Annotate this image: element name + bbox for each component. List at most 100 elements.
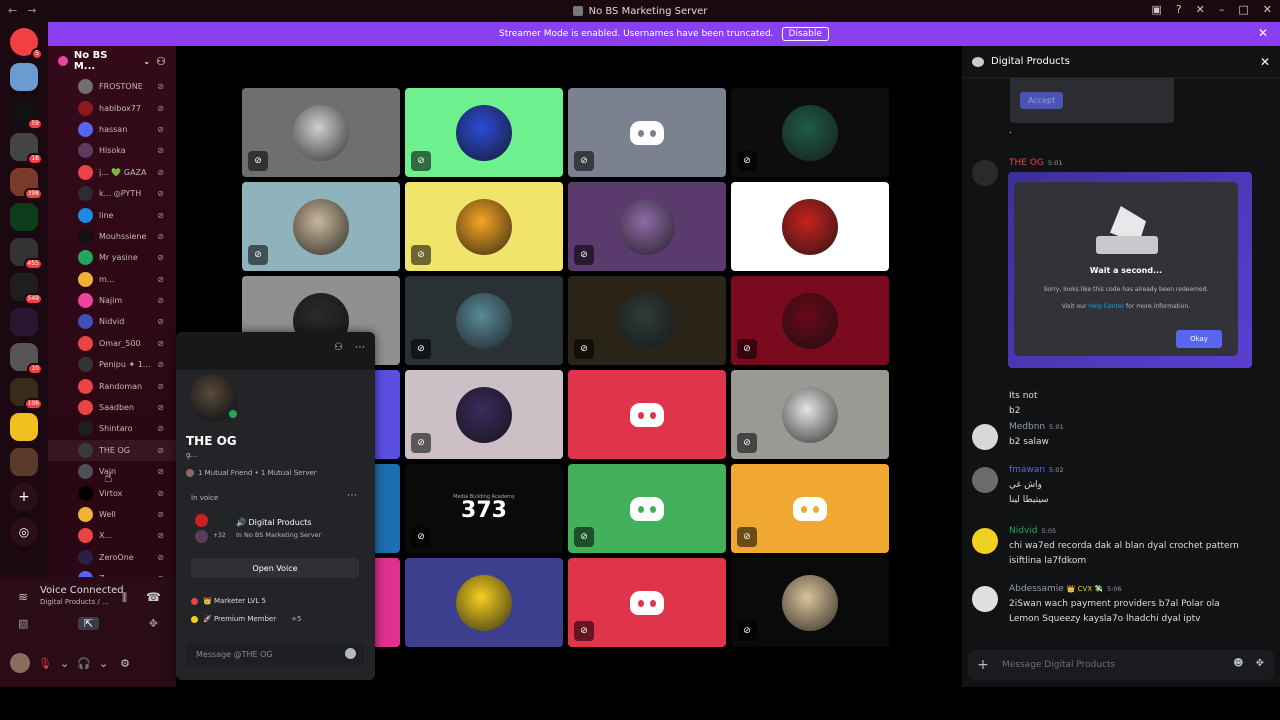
image-attachment[interactable]: Wait a second... Sorry, looks like this … bbox=[1008, 172, 1252, 368]
accept-button[interactable]: Accept bbox=[1020, 92, 1064, 109]
server-icon[interactable]: 10 bbox=[10, 343, 43, 375]
voice-member[interactable]: FROSTONE ⊘ bbox=[48, 76, 176, 97]
voice-tile[interactable]: ⊘ bbox=[731, 558, 889, 647]
server-icon[interactable] bbox=[10, 448, 38, 476]
voice-tile[interactable]: ⊘ bbox=[405, 370, 563, 459]
voice-tile[interactable]: ⊘ bbox=[405, 276, 563, 365]
voice-member[interactable]: m... ⊘ bbox=[48, 269, 176, 290]
voice-member[interactable]: Mouhssiene ⊘ bbox=[48, 226, 176, 247]
voice-tile[interactable]: ⊘ bbox=[731, 464, 889, 553]
voice-member[interactable]: hablbox77 ⊘ bbox=[48, 97, 176, 118]
voice-member[interactable]: Hisoka ⊘ bbox=[48, 140, 176, 161]
chevron-down-icon[interactable]: ⌄ bbox=[60, 657, 69, 670]
deafen-icon[interactable]: 🎧 bbox=[77, 657, 91, 670]
avatar[interactable] bbox=[185, 370, 241, 426]
voice-channel-link[interactable]: Digital Products / ... bbox=[40, 598, 109, 606]
close-window-icon[interactable]: ✕ bbox=[1263, 3, 1272, 16]
add-attachment-icon[interactable]: + bbox=[968, 657, 998, 673]
voice-member[interactable]: Saadben ⊘ bbox=[48, 397, 176, 418]
avatar[interactable] bbox=[972, 424, 998, 450]
voice-tile[interactable]: Media Building Academy 373 ⊘ bbox=[405, 464, 563, 553]
inbox-icon[interactable]: ▣ bbox=[1151, 3, 1161, 16]
emoji-icon[interactable]: ☻ bbox=[1233, 658, 1243, 669]
voice-member[interactable]: Nidvid ⊘ bbox=[48, 311, 176, 332]
message-author[interactable]: Medbnn 5:01 bbox=[1009, 422, 1064, 432]
mutual-info[interactable]: 1 Mutual Friend • 1 Mutual Server bbox=[186, 469, 317, 477]
server-icon[interactable]: 106 bbox=[10, 378, 43, 410]
voice-tile[interactable]: ⊘ bbox=[568, 182, 726, 271]
chat-message-input[interactable]: + Message Digital Products ☻ ✥ bbox=[968, 650, 1274, 680]
message-author[interactable]: THE OG 5:01 bbox=[1009, 158, 1062, 168]
server-icon[interactable]: 398 bbox=[10, 168, 43, 200]
more-icon[interactable]: ⋯ bbox=[355, 342, 365, 353]
maximize-icon[interactable]: □ bbox=[1238, 3, 1248, 16]
dm-message-input[interactable]: Message @THE OG bbox=[186, 642, 364, 666]
message-author[interactable]: Nidvid 5:05 bbox=[1009, 526, 1056, 536]
role-tag[interactable]: 👑 Marketer LVL 5 bbox=[191, 597, 266, 605]
back-arrow-icon[interactable]: ← bbox=[8, 4, 17, 17]
screen-share-icon[interactable]: ⇱ bbox=[77, 617, 100, 630]
voice-member[interactable]: Well ⊘ bbox=[48, 504, 176, 525]
add-server-icon[interactable]: + bbox=[10, 483, 38, 511]
server-header[interactable]: No BS M... ⌄ ⚇ bbox=[48, 46, 176, 76]
disconnect-icon[interactable]: ☎ bbox=[146, 590, 161, 604]
voice-member[interactable]: j... 💚 GAZA ⊘ bbox=[48, 162, 176, 183]
avatar[interactable] bbox=[972, 467, 998, 493]
voice-tile[interactable]: ⊘ bbox=[731, 276, 889, 365]
minimize-icon[interactable]: – bbox=[1219, 3, 1225, 16]
server-icon[interactable] bbox=[10, 63, 38, 91]
mute-icon[interactable]: 🎙 bbox=[38, 657, 52, 670]
voice-member[interactable]: Randoman ⊘ bbox=[48, 375, 176, 396]
voice-member[interactable]: line ⊘ bbox=[48, 204, 176, 225]
add-friend-icon[interactable]: ⚇ bbox=[334, 342, 343, 353]
soundboard-icon[interactable]: ⫼ bbox=[122, 591, 127, 605]
forward-arrow-icon[interactable]: → bbox=[27, 4, 36, 17]
server-icon[interactable] bbox=[10, 203, 38, 231]
chevron-down-icon[interactable]: ⌄ bbox=[99, 657, 108, 670]
voice-tile[interactable]: ⊘ bbox=[242, 88, 400, 177]
activities-icon[interactable]: ✥ bbox=[149, 617, 158, 630]
avatar[interactable] bbox=[10, 653, 30, 673]
disable-button[interactable]: Disable bbox=[781, 27, 829, 41]
close-icon[interactable]: ✕ bbox=[1258, 26, 1268, 40]
discover-icon[interactable]: ◎ bbox=[10, 518, 38, 546]
voice-member[interactable]: Shintaro ⊘ bbox=[48, 418, 176, 439]
voice-member[interactable]: k... ◎PYTH ⊘ bbox=[48, 183, 176, 204]
voice-member[interactable]: Najim ⊘ bbox=[48, 290, 176, 311]
voice-member[interactable]: ZeroOne ⊘ bbox=[48, 547, 176, 568]
more-roles-count[interactable]: +5 bbox=[291, 615, 301, 623]
server-icon[interactable]: 455 bbox=[10, 238, 43, 270]
help-icon[interactable]: ? bbox=[1176, 3, 1182, 16]
voice-member[interactable]: Mr yasine ⊘ bbox=[48, 247, 176, 268]
avatar[interactable] bbox=[972, 160, 998, 186]
message-author[interactable]: fmawan 5:02 bbox=[1009, 465, 1064, 475]
server-icon[interactable] bbox=[10, 413, 38, 441]
close-icon[interactable]: ✕ bbox=[1260, 55, 1270, 69]
server-icon[interactable]: 59 bbox=[10, 98, 43, 130]
apps-icon[interactable]: ✥ bbox=[1256, 658, 1264, 669]
voice-tile[interactable]: ⊘ bbox=[568, 88, 726, 177]
voice-tile[interactable]: ⊘ bbox=[568, 464, 726, 553]
voice-tile[interactable]: ⊘ bbox=[242, 182, 400, 271]
voice-tile[interactable]: ⊘ bbox=[568, 276, 726, 365]
voice-member[interactable]: THE OG ⊘ bbox=[48, 439, 176, 462]
avatar[interactable] bbox=[972, 528, 998, 554]
voice-channel-name[interactable]: 🔊 Digital Products bbox=[236, 518, 312, 527]
server-icon[interactable]: 549 bbox=[10, 273, 43, 305]
voice-member[interactable]: X... ⊘ bbox=[48, 525, 176, 546]
voice-tile[interactable] bbox=[405, 558, 563, 647]
camera-off-icon[interactable]: ▧ bbox=[18, 617, 28, 630]
message-author[interactable]: Abdessamie 👑 CVX 💸 5:06 bbox=[1009, 584, 1122, 594]
voice-member[interactable]: Omar_500 ⊘ bbox=[48, 333, 176, 354]
emoji-icon[interactable] bbox=[345, 648, 356, 659]
voice-tile[interactable]: ⊘ bbox=[568, 558, 726, 647]
voice-member[interactable]: Penipu ✦ 1... ⊘ bbox=[48, 354, 176, 375]
server-icon[interactable]: 18 bbox=[10, 133, 43, 165]
voice-tile[interactable]: ⊘ bbox=[405, 182, 563, 271]
avatar[interactable] bbox=[972, 586, 998, 612]
voice-member[interactable]: hassan ⊘ bbox=[48, 119, 176, 140]
more-icon[interactable]: ⋯ bbox=[347, 490, 357, 501]
open-voice-button[interactable]: Open Voice bbox=[191, 558, 359, 578]
voice-tile[interactable] bbox=[731, 182, 889, 271]
role-tag[interactable]: 🚀 Premium Member +5 bbox=[191, 615, 301, 623]
